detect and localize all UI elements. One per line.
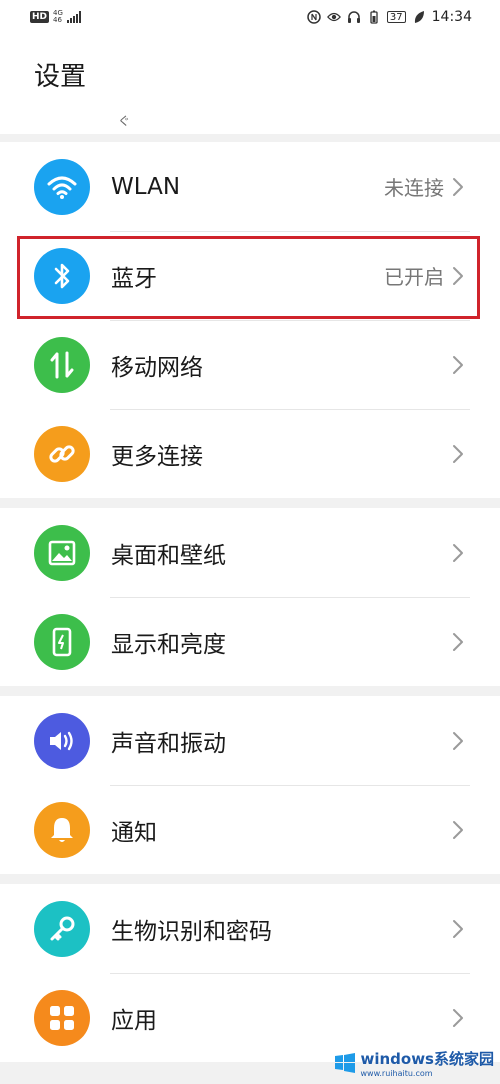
apps-icon (34, 989, 90, 1046)
settings-row[interactable]: WLAN 未连接 (0, 142, 500, 231)
settings-row-label: 桌面和壁纸 (111, 542, 226, 569)
row-divider (110, 973, 470, 974)
chevron-right-icon (452, 730, 470, 752)
notification-icon (34, 801, 90, 858)
settings-row-label: 应用 (111, 1007, 157, 1034)
wifi-icon (34, 158, 90, 215)
settings-row[interactable]: 移动网络 (0, 320, 500, 409)
chevron-right-icon (452, 631, 470, 653)
settings-header: 设置 ぐ (0, 34, 500, 134)
settings-row-label: 更多连接 (111, 443, 203, 470)
link-icon (34, 425, 90, 482)
chevron-right-icon (452, 265, 470, 287)
headphones-icon (347, 10, 361, 24)
settings-row[interactable]: 蓝牙 已开启 (0, 231, 500, 320)
status-bar-right: 37 14:34 (307, 9, 472, 25)
watermark: windows系统家园 www.ruihaitu.com (334, 1048, 494, 1078)
windows-logo-icon (335, 1053, 356, 1073)
status-time: 14:34 (431, 9, 472, 25)
settings-row[interactable]: 更多连接 (0, 409, 500, 498)
chevron-right-icon (452, 918, 470, 940)
row-divider (110, 320, 470, 321)
status-bar-left: HD 4G 46 (30, 10, 81, 24)
chevron-right-icon (452, 443, 470, 465)
mobile-data-icon (34, 336, 90, 393)
bluetooth-icon (34, 247, 90, 304)
nfc-icon (307, 10, 321, 24)
settings-group: 桌面和壁纸显示和亮度 (0, 508, 500, 686)
watermark-text: windows系统家园 (360, 1050, 494, 1068)
wallpaper-icon (34, 524, 90, 581)
watermark-sub: www.ruihaitu.com (360, 1069, 433, 1078)
chevron-right-icon (452, 819, 470, 841)
key-icon (34, 900, 90, 957)
settings-group: 生物识别和密码 应用 (0, 884, 500, 1062)
settings-list: WLAN 未连接蓝牙 已开启移动网络更多连接桌面和壁纸显示和亮度声音和振动通知生物识… (0, 134, 500, 1062)
hd-badge: HD (30, 11, 50, 23)
battery-saver-icon (367, 10, 381, 24)
settings-row[interactable]: 显示和亮度 (0, 597, 500, 686)
row-divider (110, 597, 470, 598)
settings-group: WLAN 未连接蓝牙 已开启移动网络更多连接 (0, 134, 500, 498)
settings-row-status: 未连接 (384, 176, 444, 200)
network-type: 4G 46 (53, 10, 63, 24)
settings-row-label: 声音和振动 (111, 730, 226, 757)
settings-row-label: 通知 (111, 819, 157, 846)
settings-row[interactable]: 声音和振动 (0, 696, 500, 785)
row-divider (110, 785, 470, 786)
signal-icon (66, 11, 81, 23)
settings-row-label: 显示和亮度 (111, 631, 226, 658)
row-divider (110, 409, 470, 410)
settings-row[interactable]: 桌面和壁纸 (0, 508, 500, 597)
display-icon (34, 613, 90, 670)
settings-row-status: 已开启 (384, 265, 444, 289)
network-type-bottom: 46 (53, 16, 62, 24)
chevron-right-icon (452, 1007, 470, 1029)
page-title: 设置 (34, 62, 87, 92)
sound-icon (34, 712, 90, 769)
settings-group: 声音和振动 通知 (0, 696, 500, 874)
row-divider (110, 231, 470, 232)
settings-row-label: 生物识别和密码 (111, 918, 272, 945)
scroll-hint-glyph: ぐ (118, 114, 131, 128)
settings-row[interactable]: 生物识别和密码 (0, 884, 500, 973)
settings-row-label: 移动网络 (111, 354, 203, 381)
status-bar: HD 4G 46 37 14:34 (0, 0, 500, 34)
settings-row[interactable]: 通知 (0, 785, 500, 874)
settings-row-label: WLAN (111, 173, 181, 200)
chevron-right-icon (452, 542, 470, 564)
settings-row-label: 蓝牙 (111, 265, 157, 292)
eye-icon (326, 10, 341, 24)
chevron-right-icon (452, 354, 470, 376)
leaf-icon (412, 10, 426, 24)
chevron-right-icon (452, 176, 470, 198)
battery-level: 37 (386, 11, 406, 23)
